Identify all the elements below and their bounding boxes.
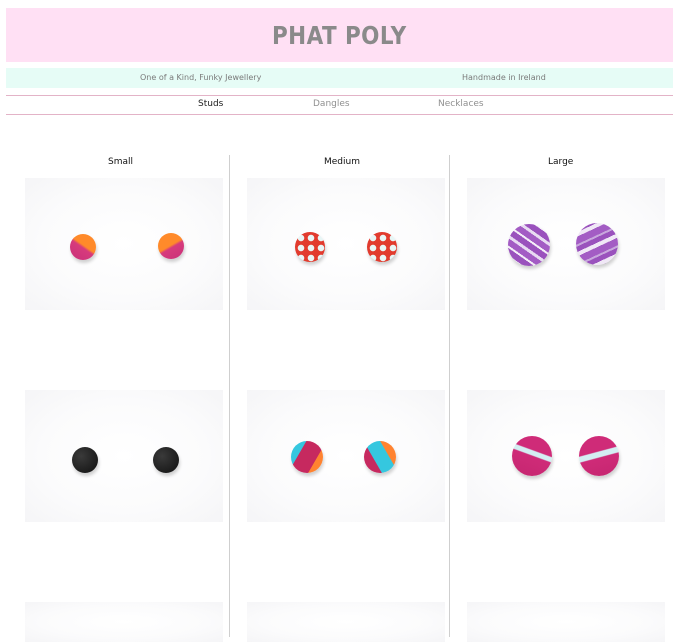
tagline-bar: One of a Kind, Funky Jewellery Handmade … xyxy=(6,68,673,88)
site-logo[interactable]: PHAT POLY xyxy=(272,21,407,50)
nav-item-studs[interactable]: Studs xyxy=(198,99,223,109)
stud-image xyxy=(579,436,619,476)
tagline-right: Handmade in Ireland xyxy=(462,73,546,82)
column-title-medium: Medium xyxy=(324,157,360,167)
stud-image xyxy=(364,441,396,473)
product-tile-medium-dots[interactable] xyxy=(247,178,445,310)
site-header: PHAT POLY xyxy=(6,8,673,62)
category-nav: Studs Dangles Necklaces xyxy=(6,95,673,115)
column-divider xyxy=(229,155,230,637)
product-tile-small-black[interactable] xyxy=(25,390,223,522)
nav-item-necklaces[interactable]: Necklaces xyxy=(438,99,484,109)
stud-image xyxy=(158,233,184,259)
product-tile-large-next[interactable] xyxy=(467,602,665,642)
column-title-large: Large xyxy=(548,157,574,167)
stud-image xyxy=(512,436,552,476)
stud-image xyxy=(70,234,96,260)
stud-image xyxy=(508,224,550,266)
product-tile-small-next[interactable] xyxy=(25,602,223,642)
stud-image xyxy=(153,447,179,473)
stud-image xyxy=(367,232,397,262)
product-tile-large-marble[interactable] xyxy=(467,178,665,310)
product-tile-medium-next[interactable] xyxy=(247,602,445,642)
column-title-small: Small xyxy=(108,157,133,167)
product-tile-large-pink[interactable] xyxy=(467,390,665,522)
stud-image xyxy=(72,447,98,473)
tagline-left: One of a Kind, Funky Jewellery xyxy=(140,73,262,82)
stud-image xyxy=(576,223,618,265)
stud-image xyxy=(291,441,323,473)
stud-image xyxy=(295,232,325,262)
column-divider xyxy=(449,155,450,637)
product-tile-medium-multi[interactable] xyxy=(247,390,445,522)
nav-item-dangles[interactable]: Dangles xyxy=(313,99,350,109)
product-tile-small-orange[interactable] xyxy=(25,178,223,310)
